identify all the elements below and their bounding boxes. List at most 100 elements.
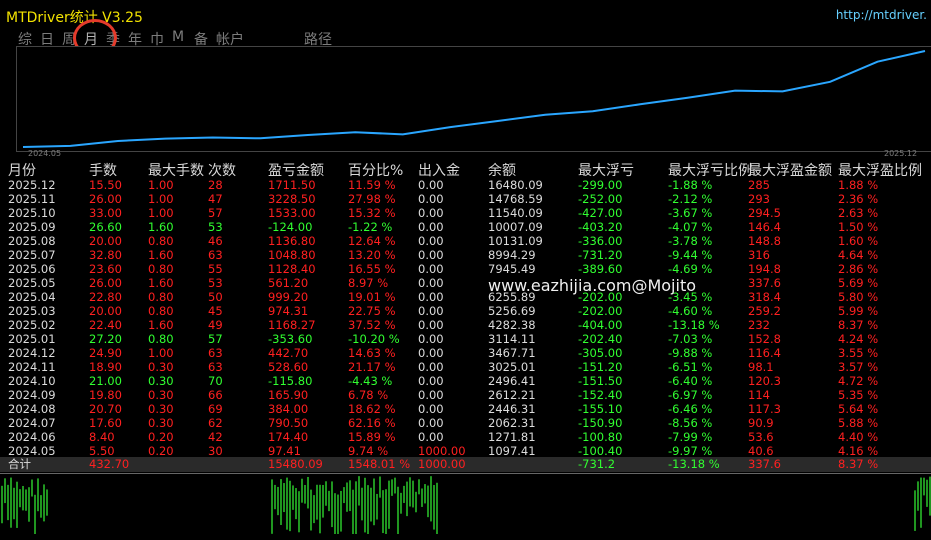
cell-percent: 19.01 % (348, 290, 396, 304)
cell-max-lots: 0.30 (148, 388, 174, 402)
header-max-float-loss-ratio: 最大浮亏比例 (668, 163, 752, 179)
cell-max-lots: 1.60 (148, 248, 174, 262)
cell-percent: 37.52 % (348, 318, 396, 332)
cell-balance: 3467.71 (488, 346, 536, 360)
cell-deposit: 0.00 (418, 262, 444, 276)
table-row: 2025.10 33.00 1.00 57 1533.00 15.32 % 0.00 1154… (0, 206, 931, 220)
header-profit: 盈亏金额 (268, 163, 324, 179)
cell-month: 2025.06 (8, 262, 56, 276)
total-max-float-profit: 337.6 (748, 457, 781, 471)
cell-count: 45 (208, 304, 223, 318)
cell-max-float-profit-ratio: 1.88 % (838, 178, 879, 192)
cell-deposit: 1000.00 (418, 444, 466, 458)
header-lots: 手数 (89, 163, 117, 179)
cell-max-float-loss: -100.40 (578, 444, 623, 458)
cell-profit: 1711.50 (268, 178, 316, 192)
cell-lots: 20.00 (89, 234, 122, 248)
cell-profit: 1168.27 (268, 318, 316, 332)
cell-deposit: 0.00 (418, 360, 444, 374)
cell-max-float-profit-ratio: 5.99 % (838, 304, 879, 318)
cell-count: 70 (208, 374, 223, 388)
cell-month: 2024.06 (8, 430, 56, 444)
cell-balance: 2446.31 (488, 402, 536, 416)
cell-max-float-profit-ratio: 4.16 % (838, 444, 879, 458)
total-max-float-loss: -731.2 (578, 457, 616, 471)
cell-max-lots: 1.60 (148, 220, 174, 234)
cell-lots: 19.80 (89, 388, 122, 402)
cell-max-float-profit-ratio: 5.64 % (838, 402, 879, 416)
cell-lots: 20.00 (89, 304, 122, 318)
cell-max-float-profit-ratio: 4.72 % (838, 374, 879, 388)
cell-deposit: 0.00 (418, 332, 444, 346)
watermark: www.eazhijia.com@Mojito (488, 276, 697, 295)
cell-lots: 22.80 (89, 290, 122, 304)
cell-max-float-loss: -151.50 (578, 374, 623, 388)
cell-count: 46 (208, 234, 223, 248)
cell-lots: 21.00 (89, 374, 122, 388)
cell-count: 49 (208, 318, 223, 332)
cell-max-float-profit-ratio: 4.24 % (838, 332, 879, 346)
table-row: 2024.11 18.90 0.30 63 528.60 21.17 % 0.00 3025.… (0, 360, 931, 374)
cell-max-lots: 0.30 (148, 416, 174, 430)
cell-max-float-profit-ratio: 5.88 % (838, 416, 879, 430)
cell-profit: 1128.40 (268, 262, 316, 276)
cell-lots: 5.50 (89, 444, 115, 458)
cell-max-float-loss: -305.00 (578, 346, 623, 360)
cell-max-float-loss: -155.10 (578, 402, 623, 416)
cell-deposit: 0.00 (418, 206, 444, 220)
cell-balance: 1271.81 (488, 430, 536, 444)
cell-profit: -115.80 (268, 374, 313, 388)
cell-lots: 27.20 (89, 332, 122, 346)
cell-percent: 8.97 % (348, 276, 389, 290)
cell-month: 2024.05 (8, 444, 56, 458)
cell-max-float-loss: -152.40 (578, 388, 623, 402)
cell-percent: 15.89 % (348, 430, 396, 444)
cell-lots: 26.00 (89, 192, 122, 206)
cell-max-float-loss: -151.20 (578, 360, 623, 374)
tab-magic[interactable]: M (172, 29, 184, 45)
cell-max-float-loss-ratio: -8.56 % (668, 416, 713, 430)
cell-profit: 174.40 (268, 430, 309, 444)
table-row: 2025.07 32.80 1.60 63 1048.80 13.20 % 0.00 8994… (0, 248, 931, 262)
header-max-lots: 最大手数 (148, 163, 204, 179)
cell-max-float-profit: 117.3 (748, 402, 781, 416)
table-row: 2024.12 24.90 1.00 63 442.70 14.63 % 0.00 3467.… (0, 346, 931, 360)
cell-lots: 24.90 (89, 346, 122, 360)
cell-month: 2024.10 (8, 374, 56, 388)
cell-month: 2025.10 (8, 206, 56, 220)
cell-percent: 9.74 % (348, 444, 389, 458)
cell-max-float-profit: 294.5 (748, 206, 781, 220)
cell-max-float-profit-ratio: 1.50 % (838, 220, 879, 234)
cell-max-float-loss-ratio: -9.88 % (668, 346, 713, 360)
cell-lots: 23.60 (89, 262, 122, 276)
cell-percent: 27.98 % (348, 192, 396, 206)
cell-month: 2025.07 (8, 248, 56, 262)
cell-max-float-profit: 316 (748, 248, 770, 262)
cell-profit: 790.50 (268, 416, 309, 430)
cell-max-lots: 0.80 (148, 304, 174, 318)
cell-max-float-profit: 337.6 (748, 276, 781, 290)
cell-max-float-loss-ratio: -7.99 % (668, 430, 713, 444)
cell-profit: -124.00 (268, 220, 313, 234)
cell-max-float-profit: 90.9 (748, 416, 774, 430)
header-month: 月份 (8, 163, 36, 179)
cell-max-float-profit: 293 (748, 192, 770, 206)
cell-max-lots: 1.00 (148, 346, 174, 360)
cell-max-float-profit: 259.2 (748, 304, 781, 318)
cell-balance: 14768.59 (488, 192, 543, 206)
cell-month: 2025.03 (8, 304, 56, 318)
cell-lots: 26.00 (89, 276, 122, 290)
cell-max-float-profit: 194.8 (748, 262, 781, 276)
cell-percent: 22.75 % (348, 304, 396, 318)
cell-percent: 15.32 % (348, 206, 396, 220)
website-link[interactable]: http://mtdriver. (836, 8, 927, 22)
cell-max-float-loss: -403.20 (578, 220, 623, 234)
header-deposit: 出入金 (418, 163, 460, 179)
table-row: 2025.08 20.00 0.80 46 1136.80 12.64 % 0.00 1013… (0, 234, 931, 248)
cell-max-lots: 0.80 (148, 234, 174, 248)
cell-deposit: 0.00 (418, 402, 444, 416)
chart-start-date: 2024.05 (28, 149, 62, 158)
cell-deposit: 0.00 (418, 416, 444, 430)
table-row: 2025.06 23.60 0.80 55 1128.40 16.55 % 0.00 7945… (0, 262, 931, 276)
cell-max-float-profit-ratio: 5.69 % (838, 276, 879, 290)
